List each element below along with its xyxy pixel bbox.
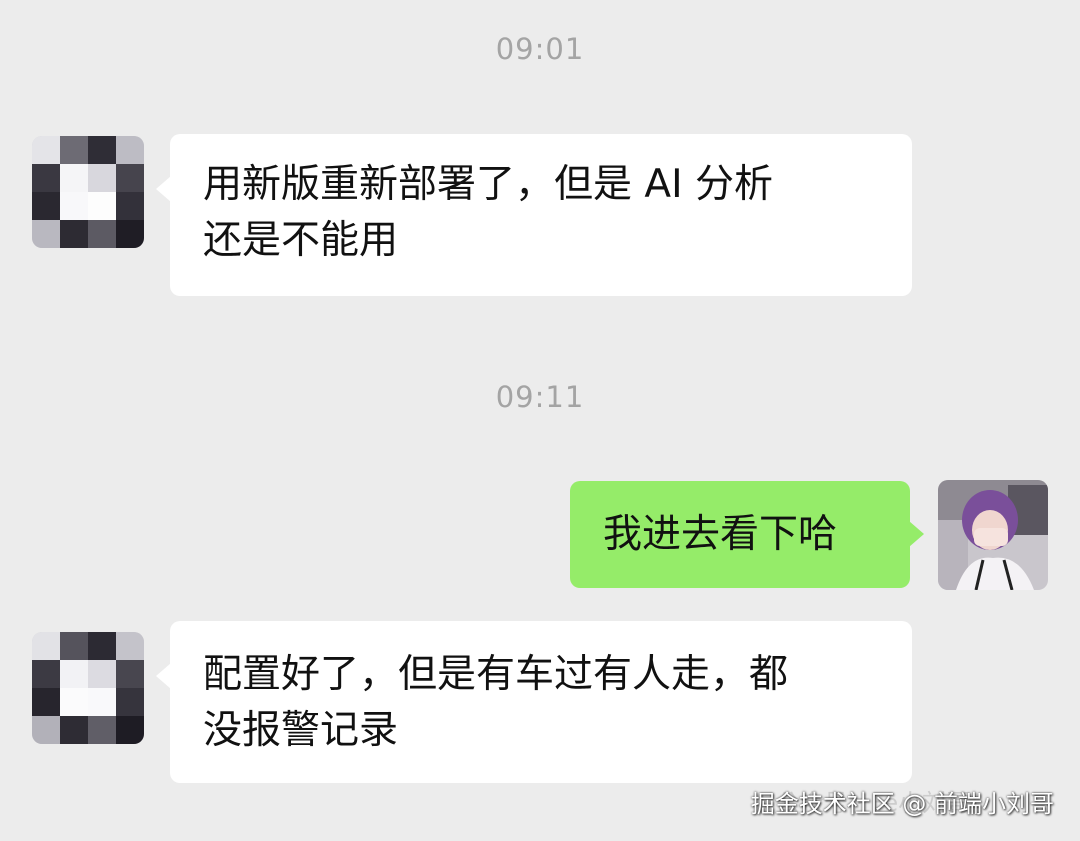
message-line: 配置好了，但是有车过有人走，都 xyxy=(203,652,789,697)
outgoing-message-bubble[interactable]: 我进去看下哈 xyxy=(570,481,924,588)
incoming-message-bubble[interactable]: 用新版重新部署了，但是 AI 分析 还是不能用 xyxy=(156,134,912,296)
bubble-tail xyxy=(156,176,171,202)
contact-avatar[interactable] xyxy=(32,632,144,744)
incoming-message-bubble[interactable]: 配置好了，但是有车过有人走，都 没报警记录 xyxy=(156,621,912,783)
timestamp: 09:01 xyxy=(495,32,585,66)
bubble-tail xyxy=(156,663,171,689)
message-line: 我进去看下哈 xyxy=(603,512,838,557)
message-line: 用新版重新部署了，但是 AI 分析 xyxy=(203,162,773,207)
watermark: 掘金技术社区 @ 前端小刘哥 xyxy=(750,790,1054,818)
message-line: 还是不能用 xyxy=(203,218,399,263)
bubble-tail xyxy=(909,521,924,547)
timestamp: 09:11 xyxy=(495,380,585,414)
message-line: 没报警记录 xyxy=(203,708,399,753)
contact-avatar[interactable] xyxy=(32,136,144,248)
self-avatar[interactable] xyxy=(938,480,1048,590)
